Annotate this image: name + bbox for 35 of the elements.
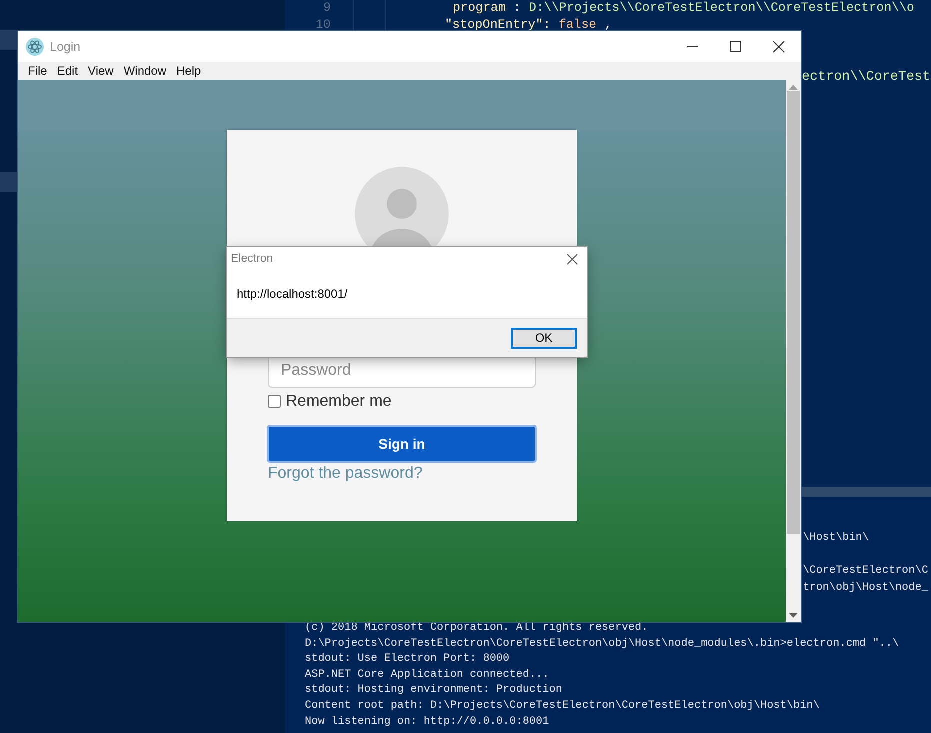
close-icon[interactable] xyxy=(773,40,785,52)
terminal-line: tron\obj\Host\node_ xyxy=(803,582,928,594)
menu-item[interactable]: File xyxy=(23,64,52,78)
terminal-line: ASP.NET Core Application connected... xyxy=(305,668,550,683)
terminal-line: stdout: Use Electron Port: 8000 xyxy=(305,652,511,668)
code-line: ectron\\CoreTest xyxy=(802,70,931,85)
ok-button[interactable]: OK xyxy=(511,328,577,348)
sign-in-button[interactable]: Sign in xyxy=(267,425,537,463)
electron-logo-icon xyxy=(26,38,44,56)
scrollbar[interactable] xyxy=(786,80,801,622)
line-number: 10 xyxy=(314,18,331,32)
line-number: 9 xyxy=(322,0,331,14)
terminal-line: Content root path: D:\Projects\CoreTestElectron\CoreTestElectron\obj\Host\bin\ xyxy=(305,698,821,714)
window-title: Login xyxy=(50,40,81,54)
sidebar-highlight xyxy=(0,30,18,50)
terminal-line: \Host\bin\ xyxy=(803,532,870,544)
scroll-down-icon[interactable] xyxy=(789,613,798,618)
code-line: "stopOnEntry": false , xyxy=(445,18,612,32)
scrollbar-thumb[interactable] xyxy=(787,91,800,534)
menu-item[interactable]: Help xyxy=(172,64,206,78)
menu-item[interactable]: Window xyxy=(118,64,172,78)
menu-item[interactable]: View xyxy=(83,64,119,78)
remember-label: Remember me xyxy=(286,392,392,410)
terminal-line: \CoreTestElectron\C xyxy=(803,565,928,577)
sidebar-highlight xyxy=(0,172,18,192)
terminal-line: stdout: Hosting environment: Production xyxy=(305,683,564,698)
terminal-line: Now listening on: http://0.0.0.0:8001 xyxy=(305,714,550,730)
menu-item[interactable]: Edit xyxy=(52,64,84,78)
dialog-title: Electron xyxy=(231,253,274,265)
code-line: program : D:\\Projects\\CoreTestElectron\\CoreTestElectron\\o xyxy=(453,0,914,14)
terminal-line: D:\Projects\CoreTestElectron\CoreTestElectron\obj\Host\node_modules\.bin>electron.cmd "..\ xyxy=(305,636,900,652)
dialog-message: http://localhost:8001/ xyxy=(236,286,349,303)
close-icon[interactable] xyxy=(567,254,578,264)
maximize-icon[interactable] xyxy=(730,40,741,52)
remember-checkbox[interactable] xyxy=(268,395,281,408)
